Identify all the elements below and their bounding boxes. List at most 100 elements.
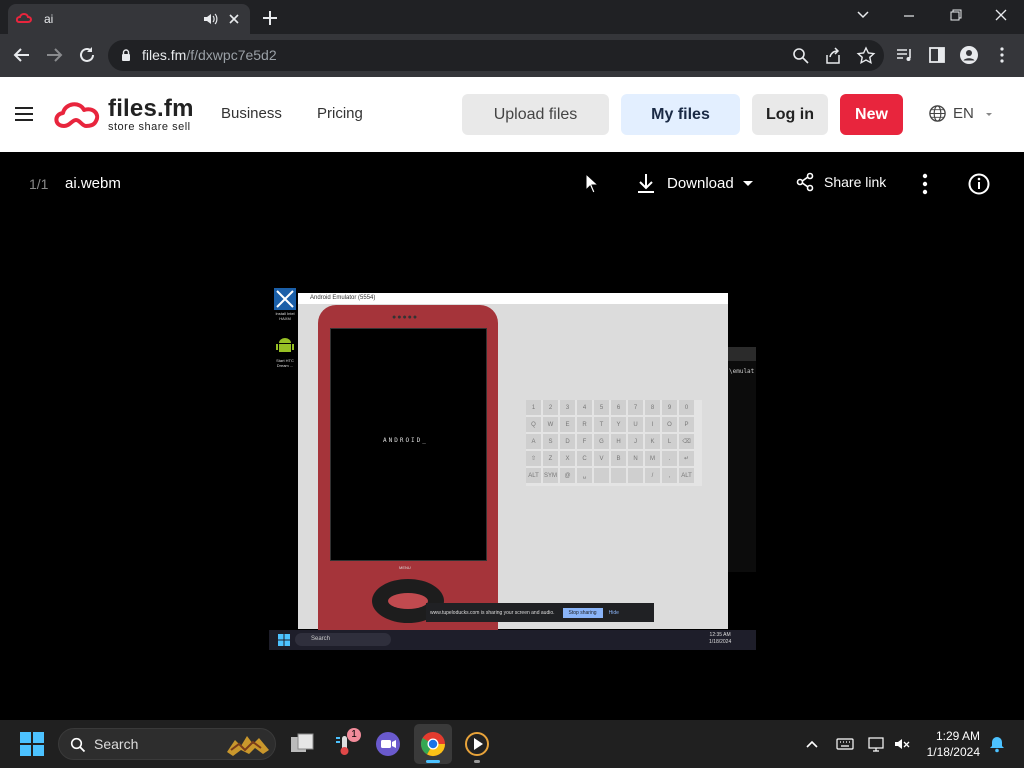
files-fm-favicon-icon <box>16 13 32 23</box>
emulator-keyboard: 1 2 3 4 5 6 7 8 9 0 Q W E R T Y U I O P A S D F G H J K L ⌫ ⇧ Z X C V B N M. ↵… <box>526 400 702 486</box>
site-info-lock-icon[interactable] <box>119 48 133 62</box>
notification-bell-icon[interactable] <box>988 735 1006 753</box>
my-files-button[interactable]: My files <box>621 94 740 135</box>
keyboard-key: ⌫ <box>679 434 694 449</box>
network-icon[interactable] <box>867 735 885 753</box>
keyboard-key: N <box>628 451 643 466</box>
keyboard-key: ALT <box>679 468 694 483</box>
video-player[interactable]: Install Intel HAXM Start HTC Dream ... \… <box>269 286 756 650</box>
keyboard-key: 4 <box>577 400 592 415</box>
keyboard-icon[interactable] <box>836 735 854 753</box>
keyboard-key: T <box>594 417 609 432</box>
task-view-icon[interactable] <box>288 730 316 758</box>
audio-playing-icon[interactable] <box>202 11 218 27</box>
android-boot-text: ANDROID_ <box>383 437 428 444</box>
more-options-icon[interactable] <box>914 172 936 196</box>
emulator-window: Android Emulator (5554) ●●●●● ANDROID_ M… <box>298 293 728 635</box>
emulator-phone: ●●●●● ANDROID_ MENU <box>318 305 498 635</box>
chrome-taskbar-button[interactable] <box>414 724 452 764</box>
keyboard-key: J <box>628 434 643 449</box>
video-chat-app-icon[interactable] <box>374 730 402 758</box>
video-taskbar: Search 12:35 AM 1/18/2024 <box>269 630 756 650</box>
taskbar-clock[interactable]: 1:29 AM 1/18/2024 <box>918 728 980 760</box>
keyboard-key: 5 <box>594 400 609 415</box>
keyboard-key: D <box>560 434 575 449</box>
clock-date: 1/18/2024 <box>926 745 980 759</box>
keyboard-key: H <box>611 434 626 449</box>
keyboard-key: ↵ <box>679 451 694 466</box>
video-date: 1/18/2024 <box>709 639 732 645</box>
chevron-down-icon <box>985 112 992 116</box>
tab-search-chevron-icon[interactable] <box>845 2 881 28</box>
mouse-pointer-icon <box>585 173 599 194</box>
upload-files-button[interactable]: Upload files <box>462 94 609 135</box>
close-tab-icon[interactable] <box>226 11 242 27</box>
minimize-icon[interactable] <box>891 2 927 28</box>
desktop-icon-label: Install Intel HAXM <box>275 311 295 321</box>
menu-label: MENU <box>399 565 411 570</box>
share-link-button[interactable]: Share link <box>795 172 886 192</box>
video-search-box: Search <box>295 633 391 646</box>
back-arrow-icon[interactable] <box>9 42 35 68</box>
files-fm-logo[interactable]: files.fm store share sell <box>52 95 202 135</box>
site-header: files.fm store share sell Business Prici… <box>0 77 1024 152</box>
side-panel-icon[interactable] <box>927 45 947 65</box>
stop-sharing-button: Stop sharing <box>562 607 603 618</box>
language-selector[interactable]: EN <box>928 104 994 123</box>
volume-muted-icon[interactable] <box>893 735 911 753</box>
keyboard-row: 1234567890 <box>526 400 702 415</box>
share-page-icon[interactable] <box>823 46 843 66</box>
new-button[interactable]: New <box>840 94 903 135</box>
media-controls-icon[interactable] <box>895 45 915 65</box>
browser-menu-icon[interactable] <box>992 45 1012 65</box>
download-button[interactable]: Download <box>636 172 754 194</box>
keyboard-key: ⇧ <box>526 451 541 466</box>
haxm-installer-icon <box>274 288 296 310</box>
info-icon[interactable] <box>967 172 991 196</box>
video-clock: 12:35 AM 1/18/2024 <box>709 632 731 646</box>
nav-pricing-link[interactable]: Pricing <box>317 105 363 122</box>
chevron-up-icon[interactable] <box>804 736 820 752</box>
profile-avatar-icon[interactable] <box>959 45 979 65</box>
search-highlight-image-icon <box>227 736 269 756</box>
chrome-icon <box>420 732 445 757</box>
keyboard-key: E <box>560 417 575 432</box>
taskbar-search-box[interactable]: Search <box>58 728 276 760</box>
keyboard-key: K <box>645 434 660 449</box>
keyboard-row: A S D F G H J K L ⌫ <box>526 434 702 449</box>
chevron-down-icon[interactable] <box>742 177 754 189</box>
forward-arrow-icon[interactable] <box>41 42 67 68</box>
keyboard-key: 6 <box>611 400 626 415</box>
media-player-icon[interactable] <box>463 730 491 758</box>
browser-tab[interactable]: ai <box>8 4 250 34</box>
log-in-button[interactable]: Log in <box>752 94 828 135</box>
android-robot-icon <box>276 338 294 352</box>
restore-icon[interactable] <box>937 2 973 28</box>
speaker-grille: ●●●●● <box>392 314 419 321</box>
cloud-logo-icon <box>54 102 100 128</box>
windows-start-icon[interactable] <box>20 732 44 756</box>
address-bar[interactable]: files.fm/f/dxwpc7e5d2 <box>108 40 884 71</box>
url-domain: files.fm <box>142 47 187 63</box>
tab-title: ai <box>44 12 54 26</box>
close-window-icon[interactable] <box>983 2 1019 28</box>
video-time: 12:35 AM <box>709 632 731 638</box>
browser-toolbar: files.fm/f/dxwpc7e5d2 <box>0 34 1024 77</box>
zoom-search-icon[interactable] <box>791 46 811 66</box>
screen-sharing-bar: www.tupeloducks.com is sharing your scre… <box>426 603 654 622</box>
hamburger-menu-icon[interactable] <box>14 104 34 124</box>
keyboard-key: A <box>526 434 541 449</box>
reload-icon[interactable] <box>74 42 100 68</box>
new-tab-icon[interactable] <box>259 7 281 29</box>
keyboard-key: M <box>645 451 660 466</box>
nav-business-link[interactable]: Business <box>221 105 282 122</box>
bookmark-star-icon[interactable] <box>856 46 876 66</box>
download-icon <box>638 174 654 193</box>
keyboard-key: 2 <box>543 400 558 415</box>
keyboard-key: P <box>679 417 694 432</box>
keyboard-key: 1 <box>526 400 541 415</box>
logo-tagline: store share sell <box>108 121 191 133</box>
file-viewer: 1/1 ai.webm Download Share link Install … <box>0 152 1024 720</box>
keyboard-row: QWERTYUIOP <box>526 417 702 432</box>
keyboard-key: 9 <box>662 400 677 415</box>
